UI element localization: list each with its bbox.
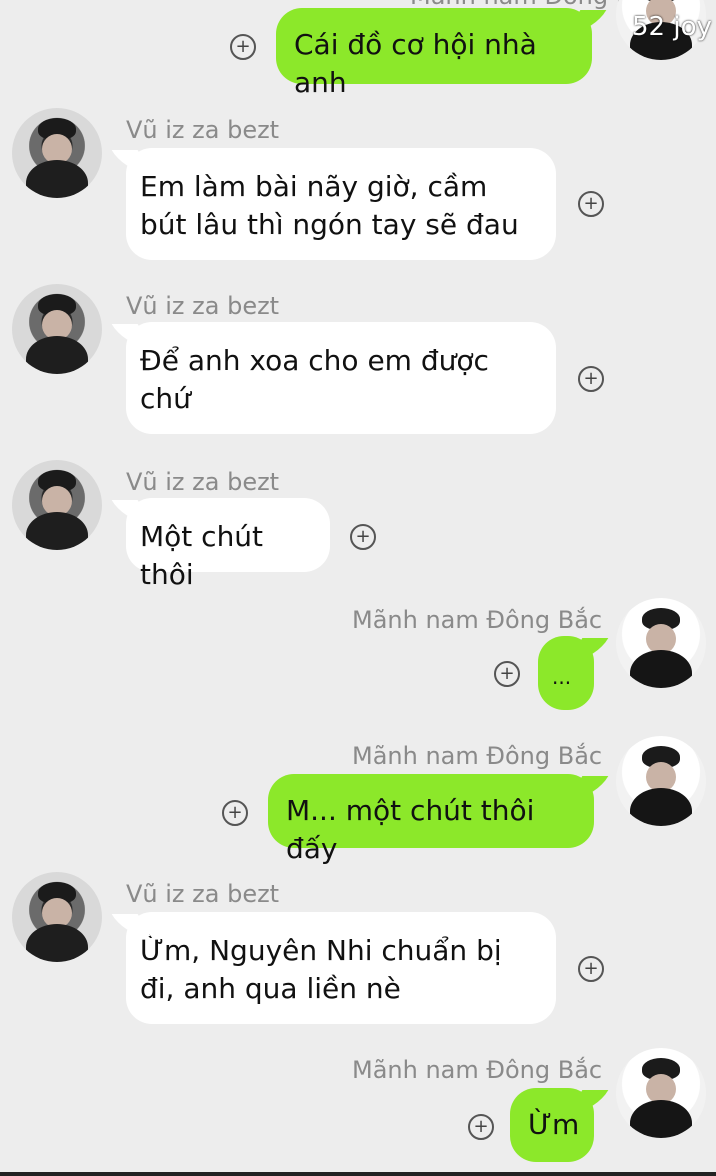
sender-name: Vũ iz za bezt [126, 116, 280, 144]
avatar[interactable] [12, 460, 102, 550]
avatar[interactable] [12, 108, 102, 198]
plus-circle-icon[interactable]: + [468, 1114, 494, 1140]
message-bubble-outgoing[interactable]: M... một chút thôi đấy [268, 774, 594, 865]
plus-circle-icon[interactable]: + [578, 956, 604, 982]
plus-circle-icon[interactable]: + [494, 661, 520, 687]
message-bubble-outgoing[interactable]: Cái đồ cơ hội nhà anh [276, 8, 592, 99]
sender-name: Vũ iz za bezt [126, 292, 280, 320]
avatar[interactable] [12, 872, 102, 962]
message-bubble-incoming[interactable]: Để anh xoa cho em được chứ [126, 322, 556, 434]
avatar[interactable] [616, 736, 706, 826]
plus-circle-icon[interactable]: + [222, 800, 248, 826]
plus-circle-icon[interactable]: + [230, 34, 256, 60]
bottom-edge [0, 1172, 716, 1176]
avatar[interactable] [12, 284, 102, 374]
sender-name: Mãnh nam Đông Bắc [352, 742, 603, 770]
sender-name: Mãnh nam Đông Bắc [352, 606, 603, 634]
message-bubble-incoming[interactable]: Em làm bài nãy giờ, cầm bút lâu thì ngón… [126, 148, 556, 260]
sender-name: Vũ iz za bezt [126, 880, 280, 908]
sender-name: Vũ iz za bezt [126, 468, 280, 496]
plus-circle-icon[interactable]: + [350, 524, 376, 550]
plus-circle-icon[interactable]: + [578, 191, 604, 217]
message-bubble-outgoing[interactable]: ... [538, 636, 594, 710]
message-bubble-incoming[interactable]: Một chút thôi [126, 498, 330, 591]
plus-circle-icon[interactable]: + [578, 366, 604, 392]
message-bubble-incoming[interactable]: Ừm, Nguyên Nhi chuẩn bị đi, anh qua liền… [126, 912, 556, 1024]
avatar[interactable] [616, 1048, 706, 1138]
sender-name: Mãnh nam Đông Bắc [352, 1056, 603, 1084]
avatar[interactable] [616, 598, 706, 688]
message-bubble-outgoing[interactable]: Ừm [510, 1088, 594, 1162]
avatar-badge: 52 joy [632, 12, 712, 42]
